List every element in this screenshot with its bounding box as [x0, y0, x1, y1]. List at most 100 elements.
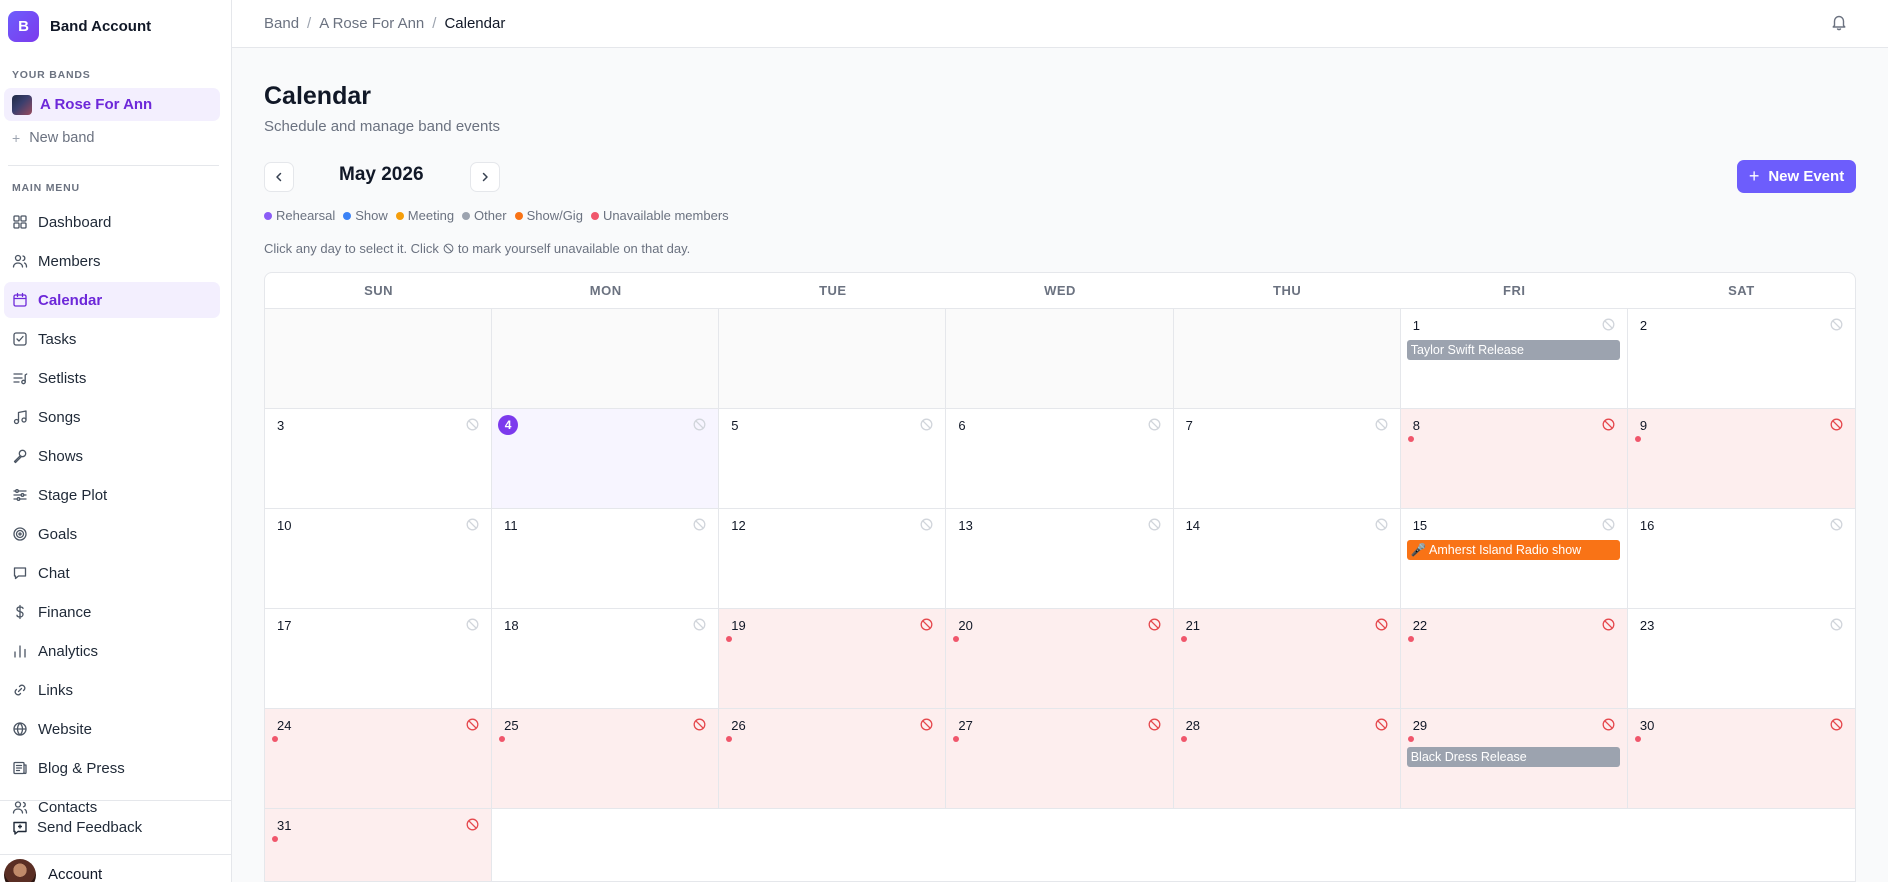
calendar-event[interactable]: 🎤 Amherst Island Radio show	[1406, 540, 1620, 560]
unavailable-toggle-icon[interactable]	[1602, 518, 1615, 531]
today-marker: 4	[498, 415, 519, 435]
sidebar-item-goals[interactable]: Goals	[4, 516, 220, 552]
sidebar-item-analytics[interactable]: Analytics	[4, 633, 220, 669]
legend-dot	[462, 211, 471, 220]
calendar-day-31[interactable]: 31	[265, 809, 493, 881]
unavailable-toggle-icon[interactable]	[1830, 718, 1843, 731]
unavailable-toggle-icon[interactable]	[1375, 518, 1388, 531]
unavailable-toggle-icon[interactable]	[1602, 618, 1615, 631]
calendar-day-empty	[1173, 309, 1401, 409]
unavailable-toggle-icon[interactable]	[1148, 518, 1161, 531]
unavailable-toggle-icon[interactable]	[1602, 318, 1615, 331]
unavailable-toggle-icon[interactable]	[693, 418, 706, 431]
unavailable-toggle-icon[interactable]	[920, 418, 933, 431]
sidebar-item-songs[interactable]: Songs	[4, 399, 220, 435]
new-event-button[interactable]: + New Event	[1737, 160, 1856, 193]
sidebar-item-tasks[interactable]: Tasks	[4, 321, 220, 357]
calendar-day-21[interactable]: 21	[1173, 609, 1401, 709]
sidebar-item-chat[interactable]: Chat	[4, 555, 220, 591]
list-music-icon	[13, 373, 28, 385]
sidebar-item-calendar[interactable]: Calendar	[4, 282, 220, 318]
calendar-day-26[interactable]: 26	[719, 709, 947, 809]
day-number: 11	[504, 518, 518, 533]
calendar-day-22[interactable]: 22	[1400, 609, 1628, 709]
sidebar-item-blog-press[interactable]: Blog & Press	[4, 750, 220, 786]
send-feedback-button[interactable]: Send Feedback	[0, 801, 231, 854]
calendar-day-28[interactable]: 28	[1173, 709, 1401, 809]
account-button[interactable]: Account	[0, 854, 231, 882]
calendar-day-4[interactable]: 4	[492, 409, 720, 509]
unavailable-toggle-icon[interactable]	[920, 718, 933, 731]
unavailable-toggle-icon[interactable]	[466, 418, 479, 431]
unavailable-toggle-icon[interactable]	[693, 718, 706, 731]
unavailable-toggle-icon[interactable]	[1148, 618, 1161, 631]
calendar-event[interactable]: Taylor Swift Release	[1406, 340, 1620, 360]
sidebar-item-website[interactable]: Website	[4, 711, 220, 747]
calendar-day-20[interactable]: 20	[946, 609, 1174, 709]
calendar-day-24[interactable]: 24	[265, 709, 493, 809]
calendar-day-8[interactable]: 8	[1400, 409, 1628, 509]
sidebar-item-finance[interactable]: Finance	[4, 594, 220, 630]
unavailable-toggle-icon[interactable]	[1830, 318, 1843, 331]
calendar-day-7[interactable]: 7	[1173, 409, 1401, 509]
calendar-day-16[interactable]: 16	[1627, 509, 1855, 609]
calendar-day-19[interactable]: 19	[719, 609, 947, 709]
target-icon	[13, 527, 27, 541]
unavailable-toggle-icon[interactable]	[920, 618, 933, 631]
calendar-day-9[interactable]: 9	[1627, 409, 1855, 509]
band-item-current[interactable]: A Rose For Ann	[4, 88, 220, 121]
calendar-day-1[interactable]: 1 Taylor Swift Release	[1400, 309, 1628, 409]
unavailable-toggle-icon[interactable]	[693, 518, 706, 531]
calendar-day-15[interactable]: 15 🎤 Amherst Island Radio show	[1400, 509, 1628, 609]
unavailable-toggle-icon[interactable]	[1375, 418, 1388, 431]
calendar-event[interactable]: Black Dress Release	[1406, 747, 1620, 767]
unavailable-toggle-icon[interactable]	[1602, 718, 1615, 731]
calendar-day-29[interactable]: 29 Black Dress Release	[1400, 709, 1628, 809]
calendar-day-30[interactable]: 30	[1627, 709, 1855, 809]
unavailable-toggle-icon[interactable]	[466, 618, 479, 631]
bell-icon[interactable]	[1830, 13, 1848, 31]
calendar-day-11[interactable]: 11	[492, 509, 720, 609]
sidebar-item-dashboard[interactable]: Dashboard	[4, 204, 220, 240]
calendar-day-23[interactable]: 23	[1627, 609, 1855, 709]
unavailable-toggle-icon[interactable]	[1830, 418, 1843, 431]
unavailable-toggle-icon[interactable]	[920, 518, 933, 531]
calendar-day-18[interactable]: 18	[492, 609, 720, 709]
prev-month-button[interactable]	[264, 162, 294, 192]
calendar-day-5[interactable]: 5	[719, 409, 947, 509]
brand[interactable]: B Band Account	[0, 0, 231, 52]
unavailable-toggle-icon[interactable]	[1830, 618, 1843, 631]
sidebar-item-links[interactable]: Links	[4, 672, 220, 708]
sidebar-item-stage-plot[interactable]: Stage Plot	[4, 477, 220, 513]
sidebar-item-members[interactable]: Members	[4, 243, 220, 279]
unavailable-toggle-icon[interactable]	[1375, 618, 1388, 631]
calendar-day-13[interactable]: 13	[946, 509, 1174, 609]
unavailable-toggle-icon[interactable]	[693, 618, 706, 631]
calendar-day-6[interactable]: 6	[946, 409, 1174, 509]
unavailable-toggle-icon[interactable]	[1830, 518, 1843, 531]
sidebar-item-setlists[interactable]: Setlists	[4, 360, 220, 396]
unavailable-toggle-icon[interactable]	[1602, 418, 1615, 431]
next-month-button[interactable]	[470, 162, 500, 192]
unavailable-toggle-icon[interactable]	[1148, 418, 1161, 431]
calendar-day-10[interactable]: 10	[265, 509, 493, 609]
feedback-icon	[13, 821, 27, 835]
calendar-day-25[interactable]: 25	[492, 709, 720, 809]
day-number: 19	[731, 618, 746, 633]
calendar-day-14[interactable]: 14	[1173, 509, 1401, 609]
unavailable-toggle-icon[interactable]	[1148, 718, 1161, 731]
calendar-day-2[interactable]: 2	[1627, 309, 1855, 409]
unavailable-toggle-icon[interactable]	[466, 718, 479, 731]
unavailable-toggle-icon[interactable]	[466, 818, 479, 831]
sidebar-item-shows[interactable]: Shows	[4, 438, 220, 474]
unavailable-toggle-icon[interactable]	[466, 518, 479, 531]
breadcrumb-band-name[interactable]: A Rose For Ann	[319, 15, 424, 32]
new-band-button[interactable]: + New band	[0, 124, 94, 152]
calendar-day-3[interactable]: 3	[265, 409, 493, 509]
unavailable-toggle-icon[interactable]	[1375, 718, 1388, 731]
calendar-day-17[interactable]: 17	[265, 609, 493, 709]
calendar-day-27[interactable]: 27	[946, 709, 1174, 809]
breadcrumb-band[interactable]: Band	[264, 15, 299, 32]
calendar-day-12[interactable]: 12	[719, 509, 947, 609]
calendar-day-empty	[946, 309, 1174, 409]
